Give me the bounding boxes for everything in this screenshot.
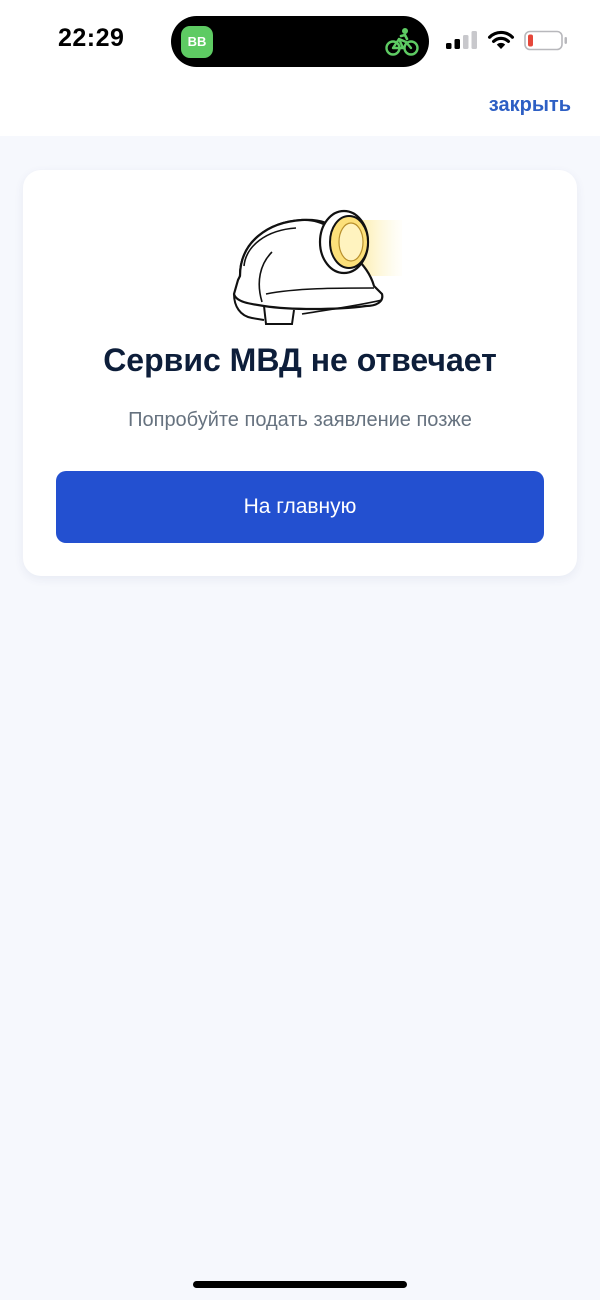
home-indicator[interactable] [193,1281,407,1288]
error-card: Сервис МВД не отвечает Попробуйте подать… [23,170,577,576]
screen: 22:29 BB закрыть Сервис МВД не отвечает … [0,0,600,1300]
wifi-icon [488,30,514,49]
helmet-with-lamp-icon [232,209,402,325]
bicycle-icon [385,28,419,56]
dynamic-island[interactable]: BB [171,16,429,67]
status-time: 22:29 [58,24,125,52]
status-bar: 22:29 BB [0,0,600,82]
app-badge-icon: BB [181,26,213,58]
header: закрыть [0,82,600,136]
error-title: Сервис МВД не отвечает [103,342,497,378]
battery-icon [524,30,567,51]
close-button[interactable]: закрыть [489,94,571,117]
go-home-button[interactable]: На главную [56,471,544,543]
cellular-signal-icon [446,31,477,49]
error-message: Попробуйте подать заявление позже [128,409,472,431]
